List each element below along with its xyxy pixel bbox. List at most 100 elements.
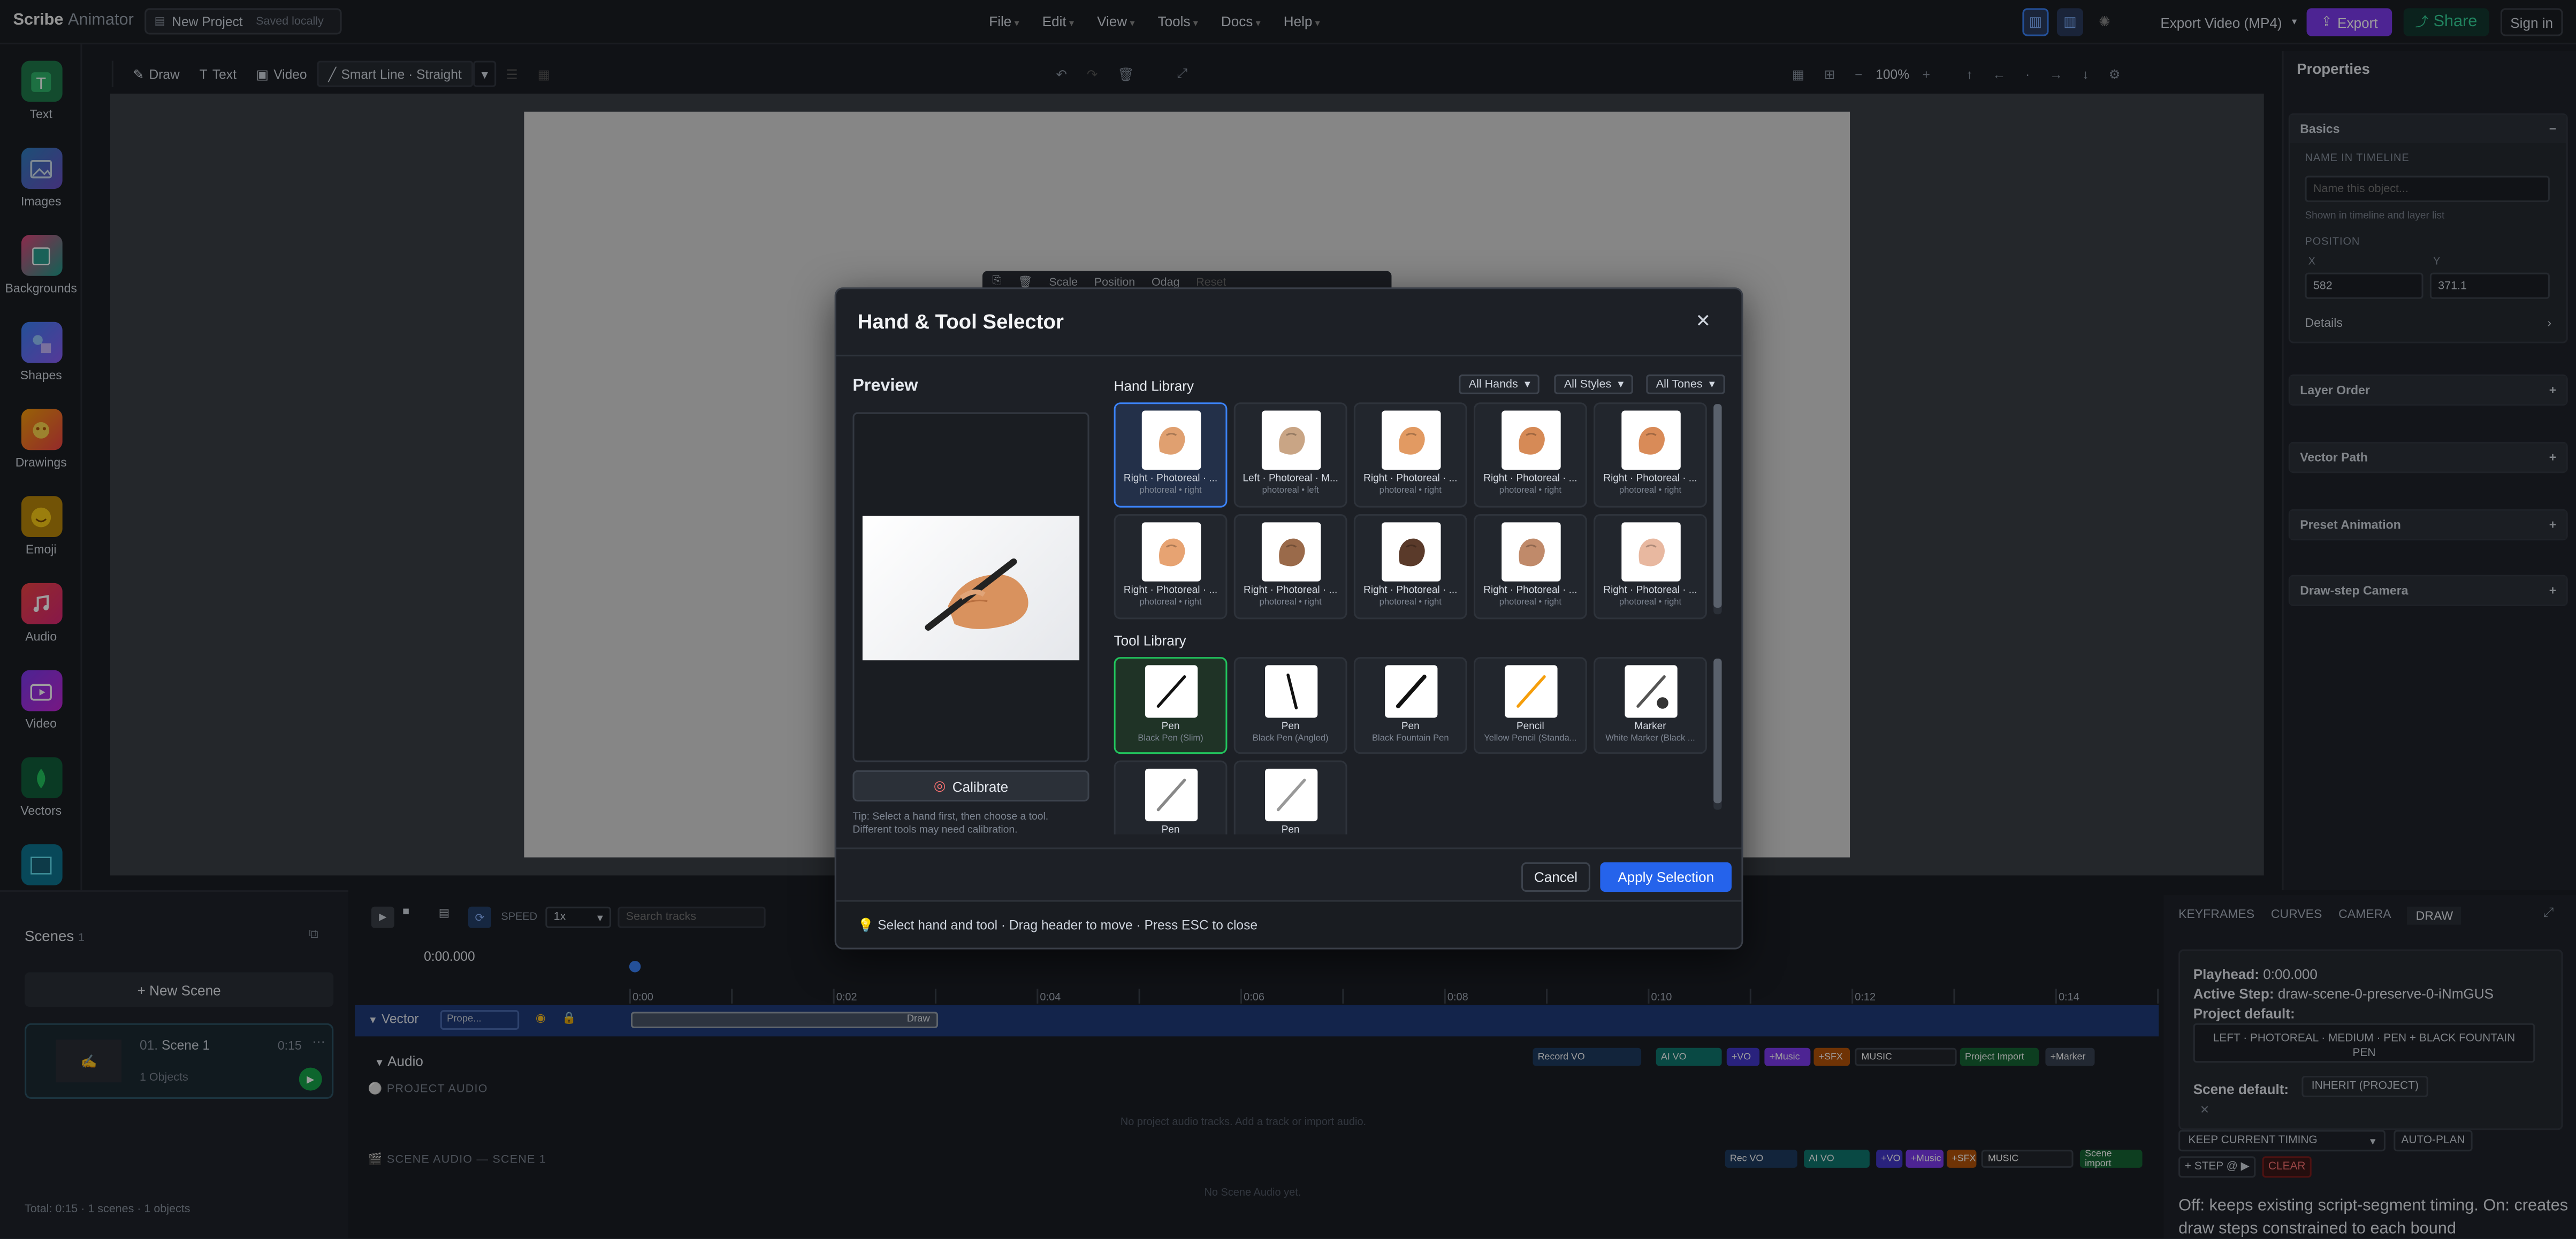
hand-subtitle: photoreal • right [1379, 598, 1442, 608]
footer-divider [836, 847, 1742, 850]
tool-card[interactable]: Pen Black Pen (Slim) [1114, 657, 1228, 754]
hand-icon [1637, 426, 1664, 455]
hand-grid: Right · Photoreal · ... photoreal • right… [1114, 402, 1712, 620]
hand-name: Right · Photoreal · ... [1603, 473, 1697, 485]
tool-card[interactable]: Pen [1114, 760, 1228, 835]
dialog-title: Hand & Tool Selector [857, 310, 1064, 334]
preview-hand-image [862, 516, 1080, 661]
hand-name: Right · Photoreal · ... [1603, 584, 1697, 596]
tool-grid: Pen Black Pen (Slim) Pen Black Pen (Angled)… [1114, 657, 1712, 835]
hand-card[interactable]: Right · Photoreal · ... photoreal • right [1353, 514, 1467, 620]
tool-subtitle: Black Fountain Pen [1372, 734, 1449, 744]
hand-name: Right · Photoreal · ... [1243, 584, 1338, 596]
target-icon: ◎ [933, 777, 946, 793]
tool-thumbnail [1144, 768, 1197, 822]
hand-thumbnail [1500, 410, 1560, 470]
hand-card[interactable]: Right · Photoreal · ... photoreal • right [1594, 514, 1707, 620]
filter-hands-select[interactable]: All Hands ▾ [1459, 374, 1541, 394]
hand-name: Right · Photoreal · ... [1123, 473, 1218, 485]
hand-thumbnail [1261, 522, 1320, 582]
tool-thumbnail [1264, 768, 1317, 822]
hand-name: Right · Photoreal · ... [1363, 473, 1458, 485]
hand-card[interactable]: Left · Photoreal · M... photoreal • left [1233, 402, 1347, 508]
hand-subtitle: photoreal • right [1259, 598, 1322, 608]
hand-icon [1158, 426, 1184, 455]
hand-card[interactable]: Right · Photoreal · ... photoreal • right [1353, 402, 1467, 508]
calibrate-button[interactable]: ◎ Calibrate [852, 770, 1089, 802]
apply-selection-button[interactable]: Apply Selection [1600, 862, 1732, 892]
tool-name: Pen [1281, 721, 1300, 733]
hand-name: Right · Photoreal · ... [1363, 584, 1458, 596]
hand-name: Right · Photoreal · ... [1483, 473, 1577, 485]
hand-thumbnail [1620, 522, 1680, 582]
hand-subtitle: photoreal • right [1499, 598, 1561, 608]
tool-thumbnail [1624, 665, 1677, 718]
hand-name: Left · Photoreal · M... [1243, 473, 1338, 485]
tool-thumbnail [1144, 665, 1197, 718]
hand-holding-pen-icon [925, 558, 1028, 631]
cancel-button[interactable]: Cancel [1521, 862, 1590, 892]
dialog-header[interactable]: Hand & Tool Selector ✕ [836, 289, 1742, 357]
hand-icon [1398, 426, 1424, 455]
tool-card[interactable]: Pencil Yellow Pencil (Standa... [1473, 657, 1587, 754]
tool-icon [1515, 675, 1545, 708]
hand-thumbnail [1141, 522, 1200, 582]
filter-tones-select[interactable]: All Tones ▾ [1646, 374, 1725, 394]
tool-scrollbar[interactable] [1713, 659, 1722, 810]
tool-subtitle: White Marker (Black ... [1605, 734, 1695, 744]
dialog-footer: 💡 Select hand and tool · Drag header to … [836, 900, 1742, 948]
hand-thumbnail [1381, 410, 1441, 470]
tool-name: Pencil [1516, 721, 1544, 733]
tool-icon [1635, 675, 1668, 709]
hand-icon [1158, 538, 1184, 567]
hand-subtitle: photoreal • right [1379, 486, 1442, 496]
tool-card[interactable]: Pen [1233, 760, 1347, 835]
hand-name: Right · Photoreal · ... [1483, 584, 1577, 596]
tool-name: Marker [1634, 721, 1666, 733]
lightbulb-icon: 💡 [857, 918, 874, 933]
hand-thumbnail [1141, 410, 1200, 470]
tool-card[interactable]: Marker White Marker (Black ... [1594, 657, 1707, 754]
hand-card[interactable]: Right · Photoreal · ... photoreal • right [1114, 402, 1228, 508]
hand-icon [1398, 538, 1424, 567]
hand-icon [1278, 538, 1305, 567]
hand-subtitle: photoreal • left [1262, 486, 1319, 496]
hand-icon [1518, 426, 1544, 455]
dialog-close-icon[interactable]: ✕ [1695, 310, 1710, 332]
filter-styles-select[interactable]: All Styles ▾ [1554, 374, 1634, 394]
hand-library-label: Hand Library [1114, 378, 1194, 394]
tool-name: Pen [1281, 824, 1300, 835]
tool-name: Pen [1401, 721, 1420, 733]
hand-card[interactable]: Right · Photoreal · ... photoreal • right [1114, 514, 1228, 620]
tool-icon [1156, 778, 1185, 812]
tool-library-label: Tool Library [1114, 632, 1186, 649]
hand-subtitle: photoreal • right [1619, 598, 1682, 608]
tool-thumbnail [1504, 665, 1557, 718]
tool-subtitle: Black Pen (Slim) [1138, 734, 1203, 744]
hand-thumbnail [1500, 522, 1560, 582]
tool-icon [1156, 675, 1185, 708]
tool-card[interactable]: Pen Black Pen (Angled) [1233, 657, 1347, 754]
hand-thumbnail [1381, 522, 1441, 582]
hand-card[interactable]: Right · Photoreal · ... photoreal • right [1233, 514, 1347, 620]
hand-subtitle: photoreal • right [1139, 486, 1202, 496]
hand-tool-dialog: Hand & Tool Selector ✕ Preview ◎ Calibrat… [834, 287, 1743, 950]
tool-name: Pen [1161, 824, 1180, 835]
tool-name: Pen [1161, 721, 1180, 733]
tool-thumbnail [1384, 665, 1437, 718]
tool-icon [1285, 674, 1297, 710]
hand-icon [1637, 538, 1664, 567]
calibrate-tip: Tip: Select a hand first, then choose a … [852, 811, 1049, 836]
hand-scrollbar[interactable] [1713, 404, 1722, 615]
hand-card[interactable]: Right · Photoreal · ... photoreal • right [1473, 402, 1587, 508]
hand-icon [1518, 538, 1544, 567]
hand-thumbnail [1261, 410, 1320, 470]
tool-icon [1395, 675, 1426, 709]
tool-icon [1276, 778, 1305, 812]
hand-subtitle: photoreal • right [1499, 486, 1561, 496]
tool-card[interactable]: Pen Black Fountain Pen [1353, 657, 1467, 754]
hand-card[interactable]: Right · Photoreal · ... photoreal • right [1473, 514, 1587, 620]
tool-subtitle: Yellow Pencil (Standa... [1484, 734, 1577, 744]
hand-name: Right · Photoreal · ... [1123, 584, 1218, 596]
hand-card[interactable]: Right · Photoreal · ... photoreal • right [1594, 402, 1707, 508]
